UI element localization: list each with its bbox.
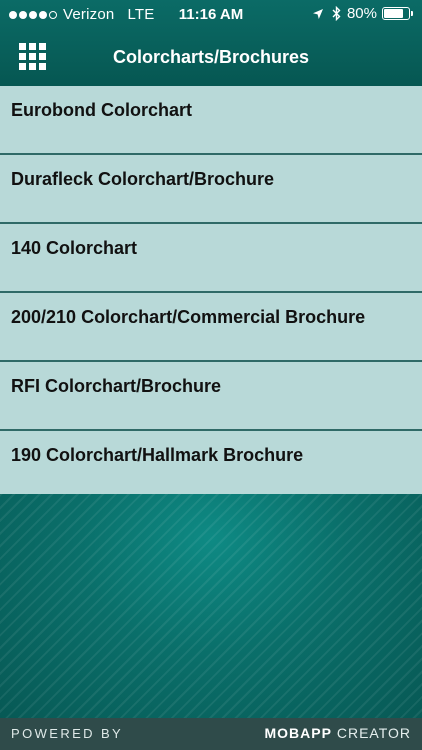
brand-logo[interactable]: MOBAPP CREATOR [265, 725, 412, 741]
footer-bar: POWERED BY MOBAPP CREATOR [0, 718, 422, 750]
background-area [0, 494, 422, 718]
brand-name-strong: MOBAPP [264, 725, 332, 741]
battery-level [384, 9, 404, 18]
page-title: Colorcharts/Brochures [112, 47, 310, 67]
status-right: 80% [312, 5, 413, 22]
list-item[interactable]: 190 Colorchart/Hallmark Brochure [0, 431, 422, 500]
location-arrow-icon [312, 8, 324, 20]
battery-icon [382, 7, 410, 20]
brand-name-light: CREATOR [336, 725, 411, 741]
status-bar: Verizon LTE 11:16 AM 80% [0, 0, 422, 30]
powered-by-label: POWERED BY [11, 726, 124, 741]
list-item[interactable]: 140 Colorchart [0, 224, 422, 293]
battery-percent: 80% [346, 5, 377, 22]
list-item-label: 200/210 Colorchart/Commercial Brochure [11, 307, 366, 327]
nav-bar: Colorcharts/Brochures [0, 30, 422, 86]
list-item-label: 190 Colorchart/Hallmark Brochure [11, 445, 304, 465]
list-item[interactable]: 200/210 Colorchart/Commercial Brochure [0, 293, 422, 362]
list-item-label: Durafleck Colorchart/Brochure [11, 169, 275, 189]
bluetooth-icon [332, 6, 341, 21]
list-item-label: 140 Colorchart [11, 238, 138, 258]
list-item[interactable]: Eurobond Colorchart [0, 86, 422, 155]
brochure-list: Eurobond Colorchart Durafleck Colorchart… [0, 86, 422, 500]
app-header: Verizon LTE 11:16 AM 80% Colorcharts/Bro… [0, 0, 422, 86]
list-item[interactable]: RFI Colorchart/Brochure [0, 362, 422, 431]
battery-cap [411, 11, 413, 16]
grid-menu-icon[interactable] [19, 43, 47, 71]
list-item-label: Eurobond Colorchart [11, 100, 192, 120]
list-item[interactable]: Durafleck Colorchart/Brochure [0, 155, 422, 224]
list-item-label: RFI Colorchart/Brochure [11, 376, 222, 396]
